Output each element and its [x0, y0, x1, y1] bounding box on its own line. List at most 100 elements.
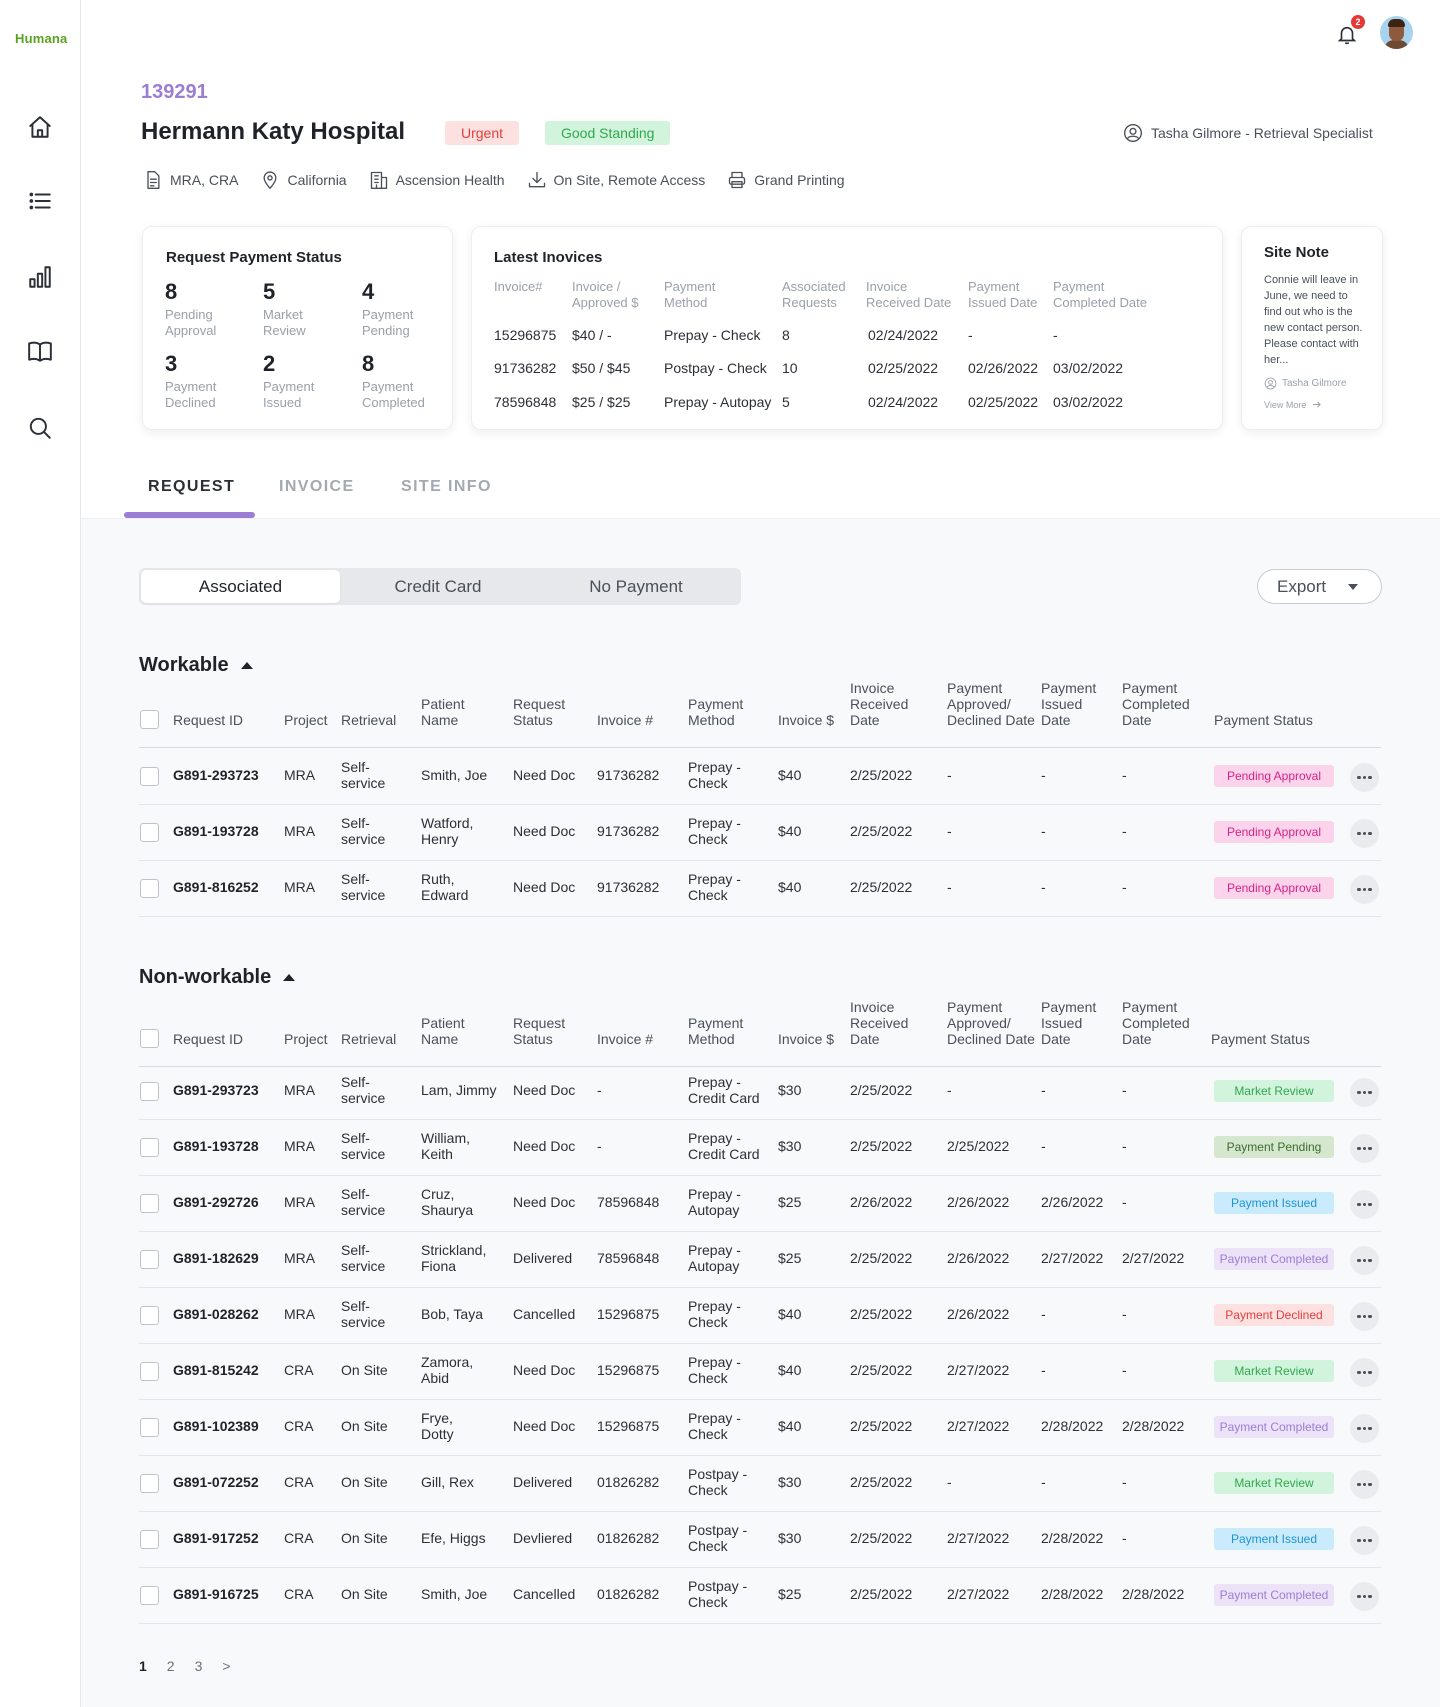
home-icon[interactable]: [26, 113, 54, 141]
table-row[interactable]: G891-293723 MRA Self-service Smith, Joe Need…: [139, 749, 1381, 805]
invoice-cell[interactable]: 91736282: [494, 360, 556, 376]
book-icon[interactable]: [26, 337, 54, 365]
table-row[interactable]: G891-292726 MRA Self-service Cruz, Shaurya Ne…: [139, 1176, 1381, 1232]
table-row[interactable]: G891-028262 MRA Self-service Bob, Taya Cance…: [139, 1288, 1381, 1344]
cell-id[interactable]: G891-072252: [173, 1474, 259, 1490]
retrieval-specialist[interactable]: Tasha Gilmore - Retrieval Specialist: [1123, 123, 1373, 143]
row-checkbox[interactable]: [140, 879, 159, 898]
cell-completed: -: [1122, 1362, 1127, 1378]
table-row[interactable]: G891-293723 MRA Self-service Lam, Jimmy Need…: [139, 1064, 1381, 1120]
stat-payment-pending[interactable]: 4 Payment Pending: [362, 279, 452, 339]
more-options-button[interactable]: [1350, 1134, 1379, 1163]
cell-approved: 2/27/2022: [947, 1586, 1010, 1602]
cell-id[interactable]: G891-293723: [173, 767, 259, 783]
humana-logo[interactable]: Humana: [15, 31, 68, 46]
cell-received: 2/25/2022: [850, 1362, 913, 1378]
row-checkbox[interactable]: [140, 1194, 159, 1213]
user-avatar[interactable]: [1380, 16, 1413, 49]
row-checkbox[interactable]: [140, 1474, 159, 1493]
invoice-cell: 5: [782, 394, 790, 410]
row-checkbox[interactable]: [140, 823, 159, 842]
page-3-button[interactable]: 3: [195, 1658, 203, 1674]
invoice-cell[interactable]: 78596848: [494, 394, 556, 410]
more-options-button[interactable]: [1350, 1526, 1379, 1555]
bar-chart-icon[interactable]: [26, 263, 54, 291]
view-more-link[interactable]: View More: [1264, 399, 1322, 410]
cell-id[interactable]: G891-193728: [173, 823, 259, 839]
table-row[interactable]: G891-917252 CRA On Site Efe, Higgs Devliered…: [139, 1512, 1381, 1568]
cell-method: Prepay - Autopay: [688, 1186, 741, 1218]
row-checkbox[interactable]: [140, 1138, 159, 1157]
cell-id[interactable]: G891-182629: [173, 1250, 259, 1266]
export-dropdown[interactable]: Export: [1257, 569, 1382, 604]
notification-bell[interactable]: 2: [1333, 15, 1365, 48]
table-row[interactable]: G891-102389 CRA On Site Frye, Dotty Need Doc 1…: [139, 1400, 1381, 1456]
payment-status-badge: Market Review: [1214, 1080, 1334, 1102]
cell-id[interactable]: G891-816252: [173, 879, 259, 895]
more-options-button[interactable]: [1350, 819, 1379, 848]
cell-id[interactable]: G891-916725: [173, 1586, 259, 1602]
row-checkbox[interactable]: [140, 1250, 159, 1269]
cell-id[interactable]: G891-292726: [173, 1194, 259, 1210]
cell-retrieval: On Site: [341, 1586, 388, 1602]
segment-associated[interactable]: Associated: [141, 570, 340, 603]
cell-id[interactable]: G891-293723: [173, 1082, 259, 1098]
cell-retrieval: Self-service: [341, 759, 386, 791]
search-icon[interactable]: [26, 414, 54, 442]
stat-payment-issued[interactable]: 2 Payment Issued: [263, 351, 353, 411]
table-row[interactable]: G891-916725 CRA On Site Smith, Joe Cancelled…: [139, 1568, 1381, 1624]
cell-id[interactable]: G891-102389: [173, 1418, 259, 1434]
more-options-button[interactable]: [1350, 1470, 1379, 1499]
cell-id[interactable]: G891-028262: [173, 1306, 259, 1322]
more-options-button[interactable]: [1350, 875, 1379, 904]
cell-id[interactable]: G891-917252: [173, 1530, 259, 1546]
cell-amount: $25: [778, 1586, 802, 1602]
select-all-checkbox[interactable]: [140, 710, 159, 729]
row-checkbox[interactable]: [140, 1418, 159, 1437]
nonworkable-section-toggle[interactable]: Non-workable: [139, 966, 296, 989]
row-checkbox[interactable]: [140, 1530, 159, 1549]
row-checkbox[interactable]: [140, 1306, 159, 1325]
more-options-button[interactable]: [1350, 763, 1379, 792]
table-row[interactable]: G891-815242 CRA On Site Zamora, Abid Need Doc…: [139, 1344, 1381, 1400]
tab-site-info[interactable]: SITE INFO: [401, 478, 492, 496]
more-options-button[interactable]: [1350, 1582, 1379, 1611]
more-options-button[interactable]: [1350, 1302, 1379, 1331]
stat-payment-completed[interactable]: 8 Payment Completed: [362, 351, 452, 411]
column-header: Payment Issued Date: [1041, 680, 1097, 728]
table-row[interactable]: G891-182629 MRA Self-service Strickland, Fio…: [139, 1232, 1381, 1288]
table-row[interactable]: G891-193728 MRA Self-service William, Keith N…: [139, 1120, 1381, 1176]
stat-payment-declined[interactable]: 3 Payment Declined: [165, 351, 255, 411]
more-options-button[interactable]: [1350, 1190, 1379, 1219]
segment-credit-card[interactable]: Credit Card: [378, 570, 498, 603]
cell-id[interactable]: G891-815242: [173, 1362, 259, 1378]
row-checkbox[interactable]: [140, 1362, 159, 1381]
more-options-button[interactable]: [1350, 1358, 1379, 1387]
select-all-checkbox[interactable]: [140, 1029, 159, 1048]
row-checkbox[interactable]: [140, 767, 159, 786]
table-row[interactable]: G891-816252 MRA Self-service Ruth, Edward Nee…: [139, 861, 1381, 917]
cell-id[interactable]: G891-193728: [173, 1138, 259, 1154]
next-page-button[interactable]: >: [222, 1658, 230, 1674]
tab-request[interactable]: REQUEST: [148, 478, 235, 496]
payment-status-badge: Pending Approval: [1214, 877, 1334, 899]
row-checkbox[interactable]: [140, 1586, 159, 1605]
more-options-button[interactable]: [1350, 1078, 1379, 1107]
invoice-cell[interactable]: 15296875: [494, 327, 556, 343]
table-row[interactable]: G891-193728 MRA Self-service Watford, Henry N…: [139, 805, 1381, 861]
workable-section-toggle[interactable]: Workable: [139, 654, 253, 677]
page-1-button[interactable]: 1: [139, 1658, 147, 1674]
tab-invoice[interactable]: INVOICE: [279, 478, 355, 496]
notification-count-badge: 2: [1351, 15, 1365, 29]
page-2-button[interactable]: 2: [167, 1658, 175, 1674]
segment-no-payment[interactable]: No Payment: [571, 570, 701, 603]
table-row[interactable]: G891-072252 CRA On Site Gill, Rex Delivered 0…: [139, 1456, 1381, 1512]
more-options-button[interactable]: [1350, 1246, 1379, 1275]
stat-pending-approval[interactable]: 8 Pending Approval: [165, 279, 255, 339]
column-header: Payment Method: [688, 1015, 744, 1047]
row-checkbox[interactable]: [140, 1082, 159, 1101]
cell-amount: $40: [778, 1418, 802, 1434]
list-icon[interactable]: [26, 187, 54, 215]
stat-market-review[interactable]: 5 Market Review: [263, 279, 353, 339]
more-options-button[interactable]: [1350, 1414, 1379, 1443]
